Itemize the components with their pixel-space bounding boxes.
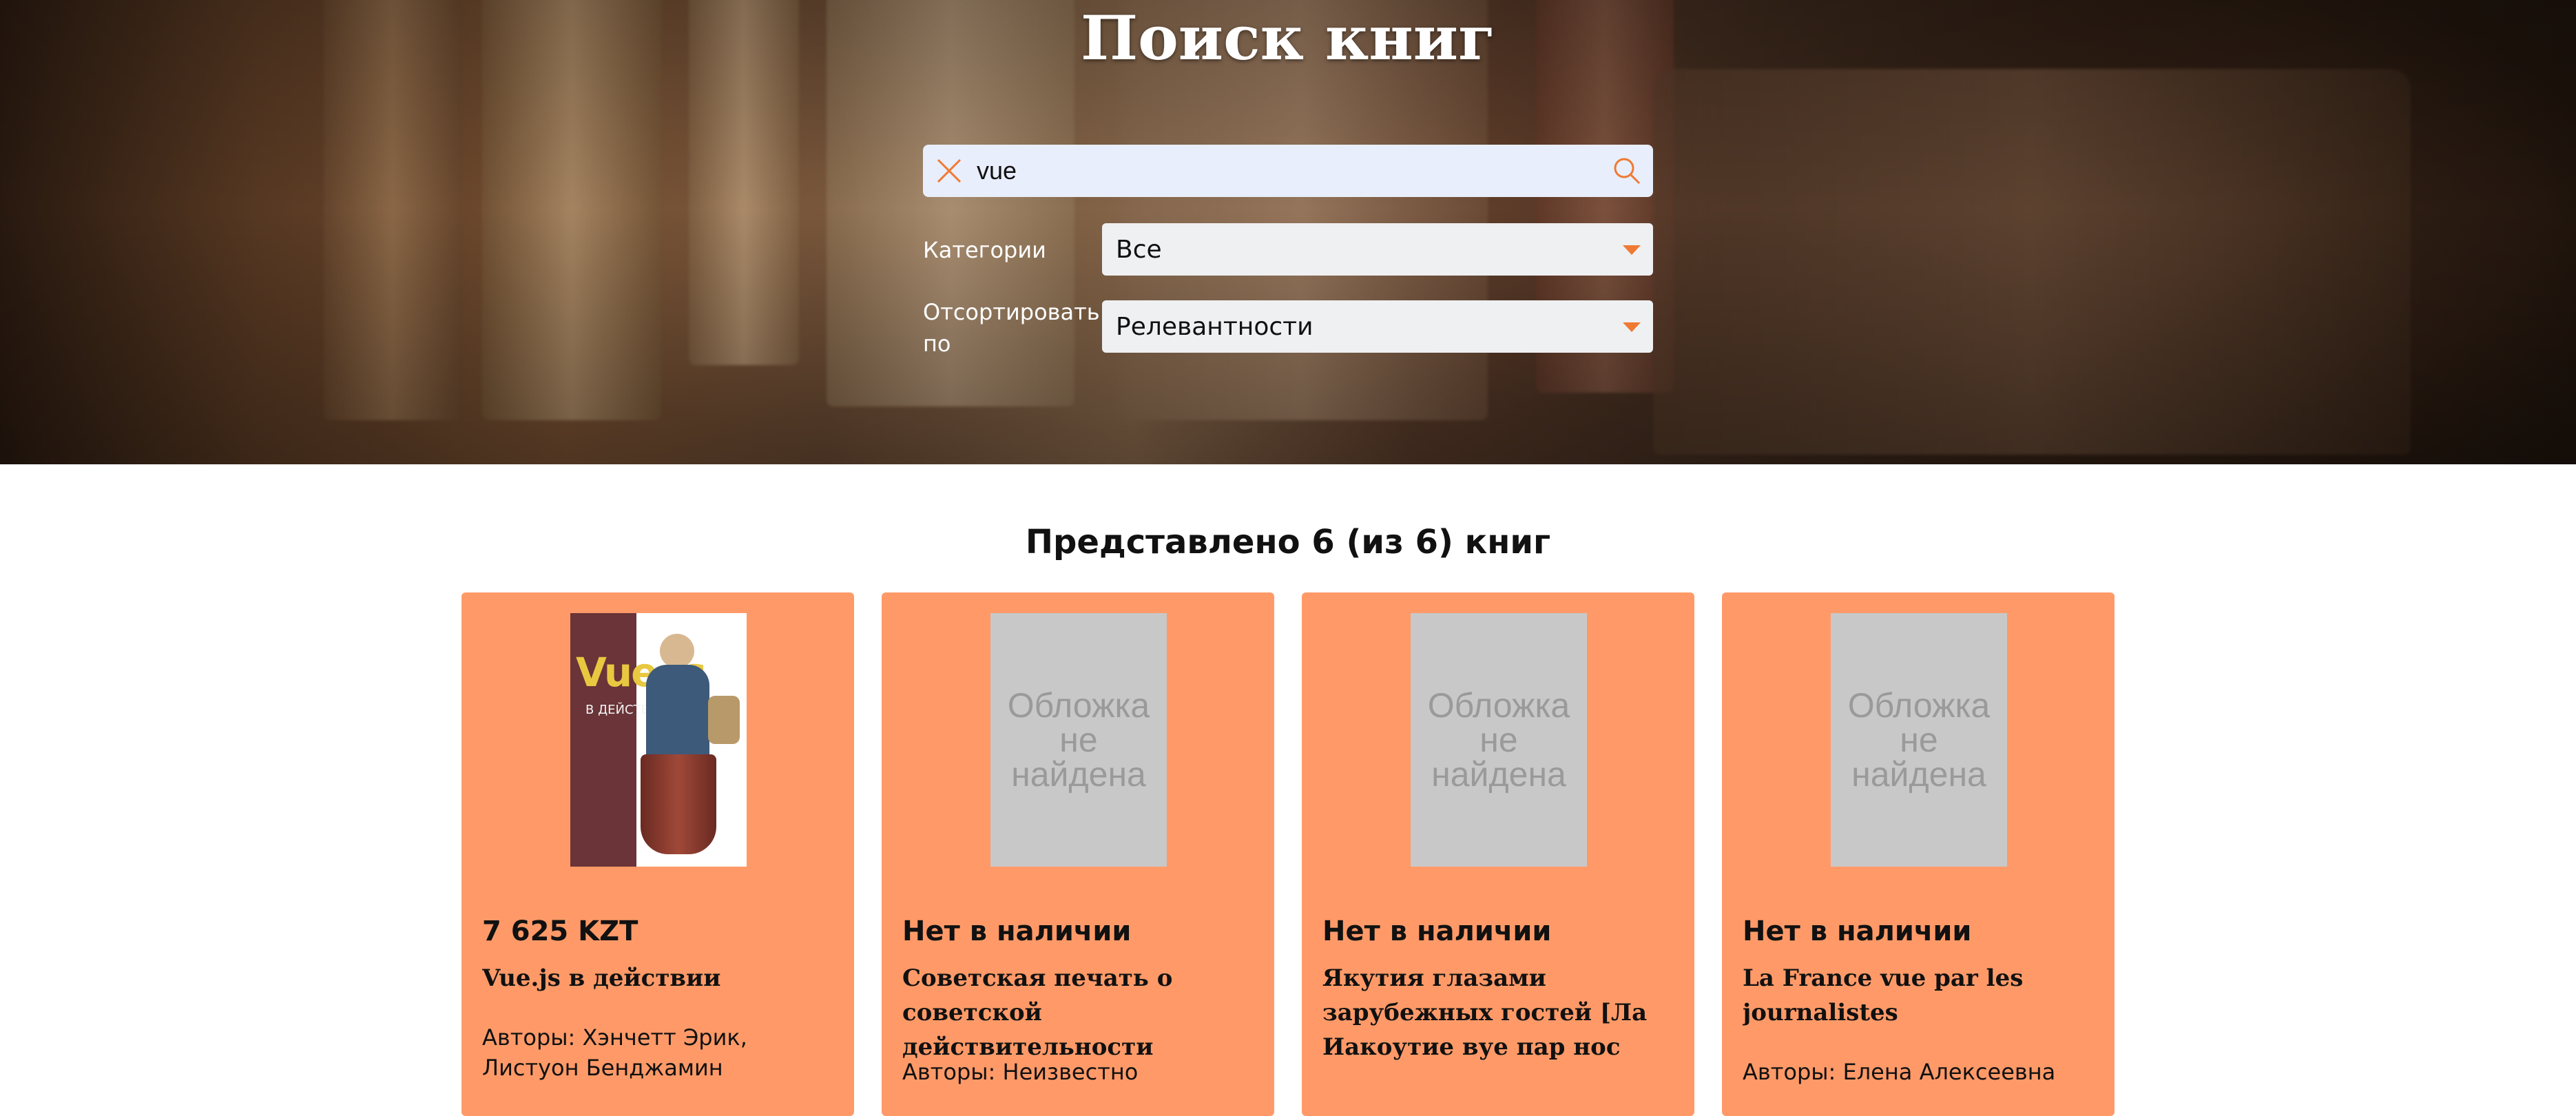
cover-figure-skirt — [641, 754, 716, 854]
book-authors: Авторы: Неизвестно — [902, 1059, 1139, 1085]
book-authors: Авторы: Елена Алексеевна — [1743, 1059, 2056, 1085]
book-card[interactable]: Обложка не найдена Нет в наличии La Fran… — [1722, 592, 2115, 1116]
book-availability: Нет в наличии — [902, 916, 1132, 947]
chevron-down-icon — [1623, 245, 1641, 255]
book-cover: Vue.js В ДЕЙСТВИИ — [570, 613, 747, 867]
category-select[interactable]: Все — [1102, 223, 1653, 276]
search-bar[interactable]: vue — [923, 145, 1653, 197]
book-title[interactable]: Советская печать о советской действитель… — [902, 961, 1260, 1064]
clear-search-button[interactable] — [923, 145, 975, 197]
book-availability: Нет в наличии — [1743, 916, 1972, 947]
book-title[interactable]: Якутия глазами зарубежных гостей [Ла Иак… — [1322, 961, 1681, 1064]
cover-figure-head — [660, 634, 694, 668]
cover-placeholder: Обложка не найдена — [1411, 613, 1587, 867]
category-label: Категории — [923, 237, 1046, 263]
book-title[interactable]: Vue.js в действии — [482, 961, 840, 995]
category-selected-value: Все — [1116, 235, 1162, 264]
book-title[interactable]: La France vue par les journalistes — [1743, 961, 2101, 1030]
sort-label-line1: Отсортировать — [923, 299, 1100, 325]
cover-figure-basket — [708, 696, 740, 744]
hero-banner: Поиск книг vue Категории Все Отсортирова… — [0, 0, 2576, 464]
book-price: 7 625 KZT — [482, 916, 638, 947]
search-icon — [1614, 158, 1641, 185]
sort-select[interactable]: Релевантности — [1102, 300, 1653, 353]
sort-label: Отсортировать по — [923, 296, 1100, 360]
search-button[interactable] — [1601, 145, 1653, 197]
cover-placeholder: Обложка не найдена — [990, 613, 1167, 867]
sort-selected-value: Релевантности — [1116, 312, 1313, 341]
book-authors: Авторы: Хэнчетт Эрик, Листуон Бенджамин — [482, 1024, 747, 1081]
close-icon — [937, 158, 962, 183]
book-card[interactable]: Vue.js В ДЕЙСТВИИ 7 625 KZT Vue.js в дей… — [461, 592, 854, 1116]
page-title: Поиск книг — [1081, 2, 1495, 74]
cover-figure-body — [646, 665, 709, 761]
book-card[interactable]: Обложка не найдена Нет в наличии Советск… — [882, 592, 1274, 1116]
book-card[interactable]: Обложка не найдена Нет в наличии Якутия … — [1302, 592, 1694, 1116]
cover-placeholder: Обложка не найдена — [1831, 613, 2007, 867]
search-input[interactable]: vue — [975, 156, 1601, 185]
results-summary: Представлено 6 (из 6) книг — [1025, 523, 1551, 561]
book-availability: Нет в наличии — [1322, 916, 1552, 947]
sort-label-line2: по — [923, 331, 951, 357]
chevron-down-icon — [1623, 322, 1641, 332]
